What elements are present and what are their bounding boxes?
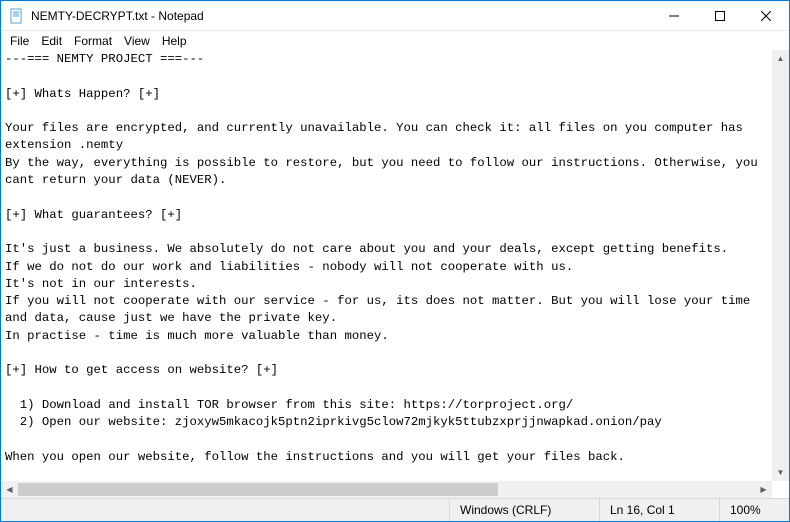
text-content: ---=== NEMTY PROJECT ===--- [+] Whats Ha… <box>5 52 765 498</box>
close-button[interactable] <box>743 1 789 30</box>
menubar: File Edit Format View Help <box>1 31 789 51</box>
menu-edit[interactable]: Edit <box>36 33 67 49</box>
status-line-ending: Windows (CRLF) <box>449 499 599 521</box>
notepad-window: NEMTY-DECRYPT.txt - Notepad File Edit Fo… <box>0 0 790 522</box>
horizontal-scrollbar[interactable]: ◀ ▶ <box>1 481 772 498</box>
text-editor[interactable]: ---=== NEMTY PROJECT ===--- [+] Whats Ha… <box>1 51 789 498</box>
titlebar: NEMTY-DECRYPT.txt - Notepad <box>1 1 789 31</box>
statusbar: Windows (CRLF) Ln 16, Col 1 100% <box>1 498 789 521</box>
menu-format[interactable]: Format <box>69 33 117 49</box>
horizontal-scroll-thumb[interactable] <box>18 483 498 496</box>
minimize-button[interactable] <box>651 1 697 30</box>
notepad-icon <box>9 8 25 24</box>
scroll-down-arrow-icon[interactable]: ▼ <box>772 464 789 481</box>
scroll-left-arrow-icon[interactable]: ◀ <box>1 481 18 498</box>
window-title: NEMTY-DECRYPT.txt - Notepad <box>31 9 651 23</box>
scroll-up-arrow-icon[interactable]: ▲ <box>772 50 789 67</box>
scroll-right-arrow-icon[interactable]: ▶ <box>755 481 772 498</box>
menu-view[interactable]: View <box>119 33 155 49</box>
window-controls <box>651 1 789 30</box>
vertical-scrollbar[interactable]: ▲ ▼ <box>772 50 789 481</box>
maximize-button[interactable] <box>697 1 743 30</box>
menu-help[interactable]: Help <box>157 33 192 49</box>
status-zoom: 100% <box>719 499 789 521</box>
menu-file[interactable]: File <box>5 33 34 49</box>
status-cursor-position: Ln 16, Col 1 <box>599 499 719 521</box>
